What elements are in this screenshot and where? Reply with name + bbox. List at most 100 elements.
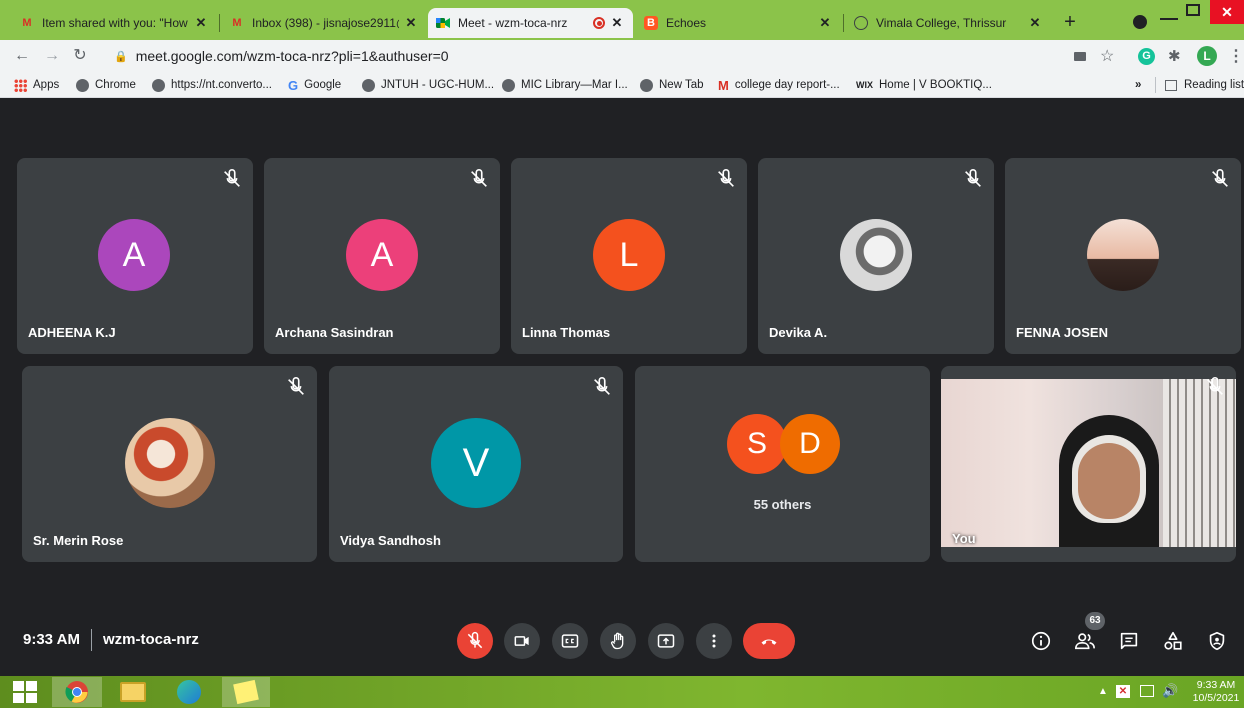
taskbar-file-explorer[interactable] [110,677,156,707]
taskbar-sticky-notes[interactable] [222,677,270,707]
camera-in-use-icon[interactable] [1074,52,1086,61]
show-hidden-icons[interactable]: ▲ [1098,686,1108,697]
extensions-puzzle-icon[interactable]: ✱ [1168,47,1181,65]
maximize-icon[interactable] [1186,4,1200,16]
reading-list-button[interactable]: Reading list [1165,77,1244,93]
people-button[interactable] [1072,628,1098,654]
mic-off-icon [288,377,304,395]
mic-off-icon [718,169,734,187]
info-icon [1031,631,1051,651]
self-view-tile[interactable]: You [941,366,1236,562]
tab-title: Vimala College, Thrissur [876,16,1007,30]
bookmark-converto[interactable]: https://nt.converto... [152,77,272,93]
tab-echoes[interactable]: B Echoes ✕ [636,8,841,38]
bookmark-chrome[interactable]: Chrome [76,77,136,93]
close-tab-icon[interactable]: ✕ [1027,15,1043,31]
tab-title: Item shared with you: "How to [42,16,189,30]
mic-off-icon [224,169,240,187]
browser-tab-strip: M Item shared with you: "How to ✕ M Inbo… [0,0,1244,40]
participant-name: Devika A. [769,325,828,340]
mic-toggle-button[interactable] [457,623,493,659]
bookmark-booktiq[interactable]: WIX Home | V BOOKTIQ... [856,77,992,93]
participant-tile[interactable]: A Archana Sasindran [264,158,500,354]
taskbar-edge[interactable] [166,677,212,707]
flag-alert-icon[interactable]: ✕ [1116,685,1130,698]
bookmark-label: Google [304,79,342,91]
participant-name: Sr. Merin Rose [33,533,124,548]
participant-name: Linna Thomas [522,325,611,340]
close-tab-icon[interactable]: ✕ [817,15,833,31]
tab-vimala-college[interactable]: Vimala College, Thrissur ✕ [846,8,1051,38]
start-button[interactable] [8,677,42,707]
gmail-icon: M [22,17,32,29]
participant-tile[interactable]: V Vidya Sandhosh [329,366,623,562]
avatar: S [727,414,787,474]
tab-inbox[interactable]: M Inbox (398) - jisnajose2911@g ✕ [222,8,427,38]
bookmark-college-day[interactable]: Mcollege day report-... [718,77,840,93]
address-bar[interactable]: 🔒 meet.google.com/wzm-toca-nrz?pli=1&aut… [100,43,1130,69]
captions-button[interactable] [552,623,588,659]
new-tab-button[interactable]: + [1058,10,1082,34]
close-tab-icon[interactable]: ✕ [193,15,209,31]
bookmarks-bar: Apps Chrome https://nt.converto... G Goog… [0,72,1244,98]
bookmark-mic-library[interactable]: MIC Library—Mar I... [502,77,628,93]
camera-toggle-button[interactable] [504,623,540,659]
bookmark-apps[interactable]: Apps [14,77,59,93]
tab-title: Echoes [666,16,707,30]
raise-hand-button[interactable] [600,623,636,659]
clock-time: 9:33 AM [1196,679,1236,691]
host-controls-button[interactable] [1204,628,1230,654]
more-options-button[interactable] [696,623,732,659]
activities-button[interactable] [1160,628,1186,654]
bookmark-star-icon[interactable]: ☆ [1100,46,1114,66]
close-tab-icon[interactable]: ✕ [609,15,625,31]
volume-icon[interactable]: 🔊 [1162,683,1178,699]
leave-call-button[interactable] [743,623,795,659]
tab-meet[interactable]: Meet - wzm-toca-nrz ✕ [428,8,633,38]
participant-tile[interactable]: FENNA JOSEN [1005,158,1241,354]
globe-icon [362,78,375,92]
others-count-label: 55 others [753,497,812,512]
others-tile[interactable]: S D 55 others [635,366,930,562]
participant-tile[interactable]: Sr. Merin Rose [22,366,317,562]
close-window-icon[interactable]: ✕ [1210,0,1244,24]
bookmark-google[interactable]: G Google [288,77,341,93]
divider [91,629,92,651]
present-screen-button[interactable] [648,623,684,659]
mic-off-icon [1212,169,1228,187]
tab-item-shared[interactable]: M Item shared with you: "How to ✕ [12,8,217,38]
system-clock[interactable]: 9:33 AM 10/5/2021 [1190,679,1242,705]
chrome-menu-icon[interactable]: ⋮ [1228,46,1244,66]
profile-menu-icon[interactable] [1133,15,1147,29]
back-icon[interactable]: ← [12,46,32,66]
wix-icon: WIX [856,80,873,90]
captions-icon [561,634,579,648]
forward-icon[interactable]: → [42,46,62,66]
bookmark-new-tab[interactable]: New Tab [640,77,704,93]
reload-icon[interactable]: ↻ [70,46,90,66]
profile-avatar[interactable]: L [1197,46,1217,66]
folder-icon [120,682,146,702]
participant-tile[interactable]: A ADHEENA K.J [17,158,253,354]
divider [1155,77,1156,93]
close-tab-icon[interactable]: ✕ [403,15,419,31]
taskbar-chrome[interactable] [52,677,102,707]
activities-shapes-icon [1164,631,1182,650]
gmail-icon: M [718,77,729,93]
minimize-icon[interactable] [1160,6,1178,20]
meeting-details-button[interactable] [1028,628,1054,654]
network-icon[interactable] [1140,685,1154,697]
participant-tile[interactable]: L Linna Thomas [511,158,747,354]
bookmark-label: college day report-... [734,79,840,91]
self-video [941,379,1236,547]
bookmarks-overflow-button[interactable]: » [1135,77,1141,93]
tab-title: Inbox (398) - jisnajose2911@g [252,16,399,30]
reading-list-icon [1165,79,1177,91]
url-text: meet.google.com/wzm-toca-nrz?pli=1&authu… [135,48,449,64]
more-vert-icon [712,634,716,648]
bookmark-jntuh[interactable]: JNTUH - UGC-HUM... [362,77,494,93]
clock-date: 10/5/2021 [1192,692,1240,704]
participant-tile[interactable]: Devika A. [758,158,994,354]
grammarly-extension-icon[interactable]: G [1138,48,1155,65]
chat-button[interactable] [1116,628,1142,654]
